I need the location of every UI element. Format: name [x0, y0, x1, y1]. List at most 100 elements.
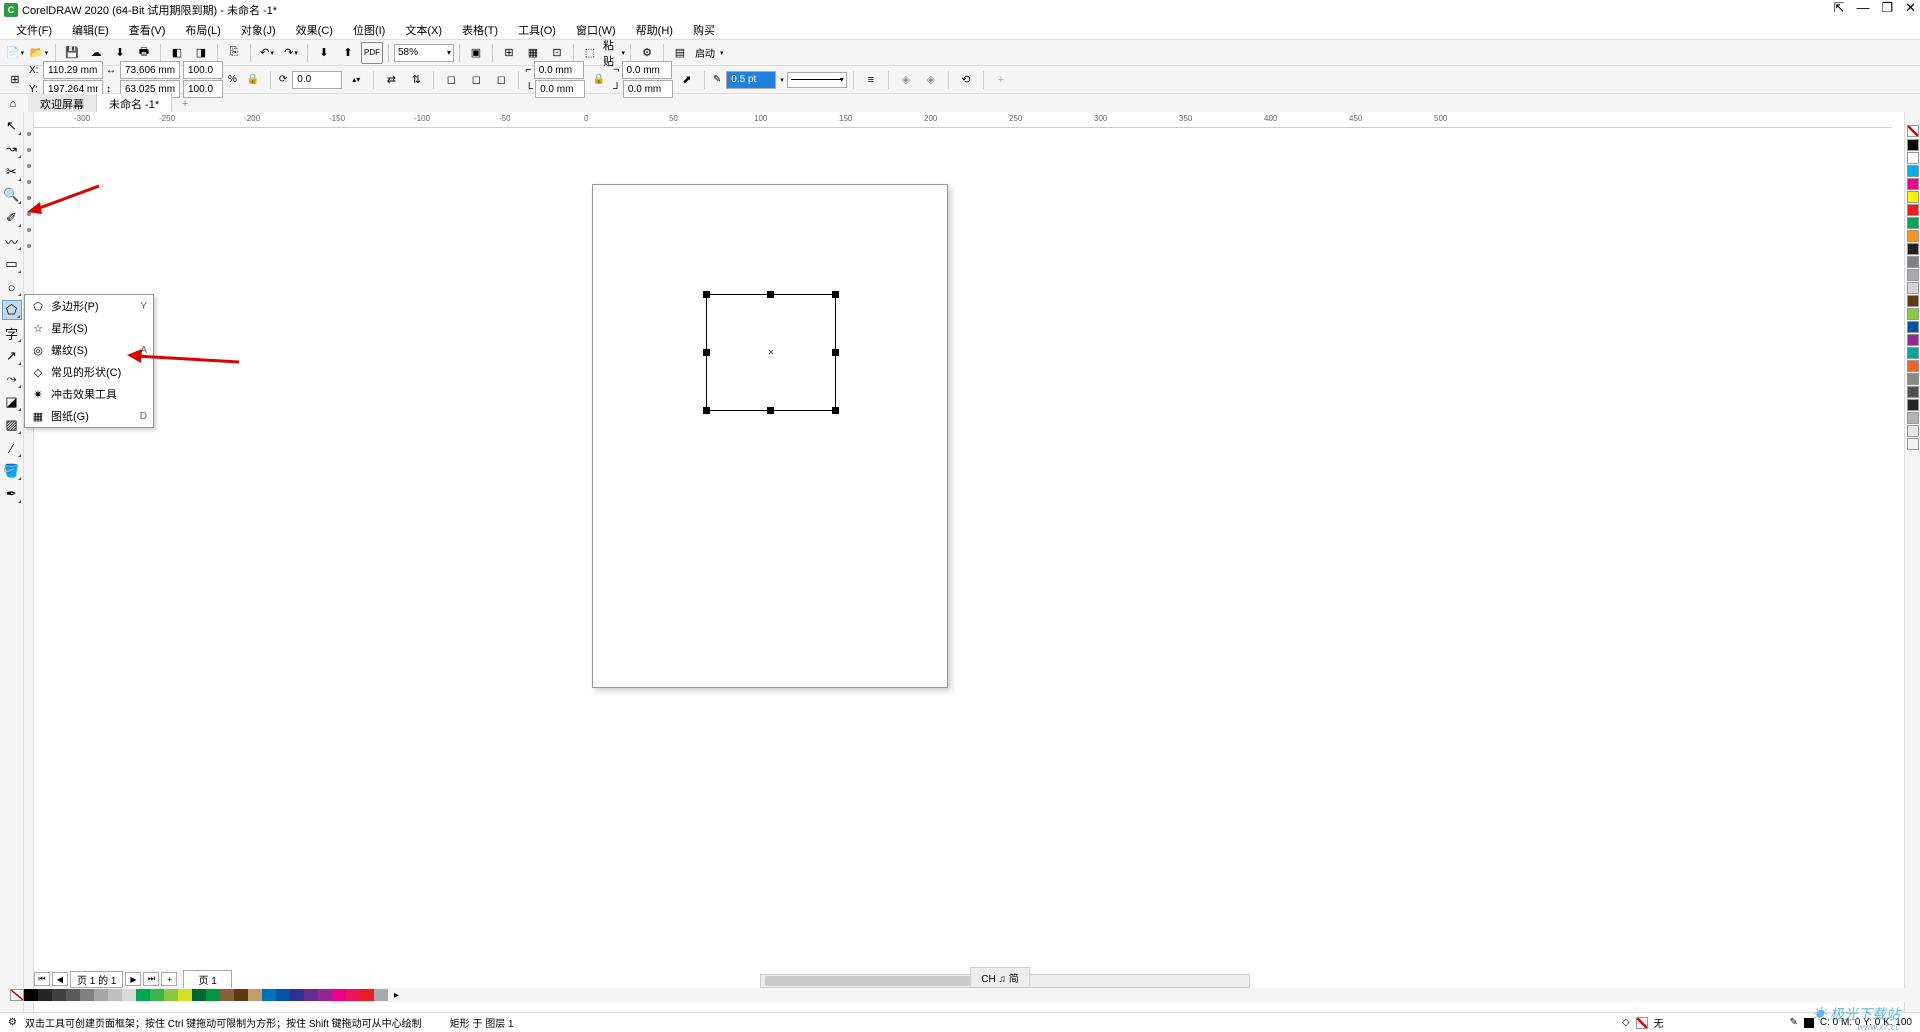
color-swatch[interactable]: [66, 989, 80, 1001]
fill-indicator-icon[interactable]: ◇: [1622, 1017, 1630, 1028]
maximize-icon[interactable]: ❐: [1881, 0, 1893, 16]
corner-lock-icon[interactable]: 🔒: [588, 69, 610, 91]
no-color-swatch[interactable]: [10, 989, 24, 1001]
color-swatch[interactable]: [122, 989, 136, 1001]
color-eyedropper-tool[interactable]: ⁄: [2, 438, 22, 458]
freehand-tool[interactable]: ✐: [2, 208, 22, 228]
resize-handle-ne[interactable]: [832, 291, 839, 298]
import-button[interactable]: ⬇: [313, 42, 335, 64]
outline-width-select[interactable]: [726, 71, 776, 89]
no-fill-swatch[interactable]: [1907, 125, 1919, 137]
outline-indicator-icon[interactable]: ✎: [1790, 1017, 1798, 1028]
drop-shadow-tool[interactable]: ◪: [2, 392, 22, 412]
corner-scallop-icon[interactable]: ◻: [465, 69, 487, 91]
artistic-media-tool[interactable]: 〰: [2, 231, 22, 251]
color-swatch[interactable]: [1907, 347, 1919, 359]
flyout-impact[interactable]: ✷ 冲击效果工具: [25, 383, 153, 405]
wrap-text-icon[interactable]: ≡: [860, 69, 882, 91]
color-swatch[interactable]: [346, 989, 360, 1001]
color-swatch[interactable]: [1907, 230, 1919, 242]
corner-br-input[interactable]: [623, 80, 673, 98]
rectangle-tool[interactable]: ▭: [2, 254, 22, 274]
color-swatch[interactable]: [192, 989, 206, 1001]
color-swatch[interactable]: [136, 989, 150, 1001]
ellipse-tool[interactable]: ○: [2, 277, 22, 297]
color-swatch[interactable]: [150, 989, 164, 1001]
resize-handle-s[interactable]: [767, 407, 774, 414]
palette-scroll-up-icon[interactable]: [1905, 112, 1920, 124]
menu-table[interactable]: 表格(T): [454, 20, 506, 40]
back-of-layer-icon[interactable]: ◈: [920, 69, 942, 91]
relative-corner-icon[interactable]: ⬈: [676, 69, 698, 91]
crop-tool[interactable]: ✂: [2, 162, 22, 182]
connector-tool[interactable]: ⤳: [2, 369, 22, 389]
undo-button[interactable]: ↶▾: [256, 42, 278, 64]
resize-handle-w[interactable]: [703, 349, 710, 356]
color-swatch[interactable]: [1907, 217, 1919, 229]
docker-handle-icon[interactable]: [27, 148, 31, 152]
fullscreen-icon[interactable]: ▣: [465, 42, 487, 64]
text-tool[interactable]: 字: [2, 323, 22, 343]
interactive-fill-tool[interactable]: 🪣: [2, 461, 22, 481]
color-swatch[interactable]: [94, 989, 108, 1001]
flyout-polygon[interactable]: ⬠ 多边形(P) Y: [25, 295, 153, 317]
rulers-icon[interactable]: ⊞: [498, 42, 520, 64]
fill-none-swatch[interactable]: [1636, 1017, 1648, 1029]
minimize-icon[interactable]: —: [1856, 0, 1869, 16]
add-button-icon[interactable]: +: [990, 69, 1012, 91]
launch-label[interactable]: 启动: [695, 45, 715, 60]
menu-layout[interactable]: 布局(L): [177, 20, 228, 40]
object-origin-icon[interactable]: ⊞: [4, 69, 26, 91]
zoom-tool[interactable]: 🔍: [2, 185, 22, 205]
rotation-spinner[interactable]: ▴▾: [345, 69, 367, 91]
resize-handle-e[interactable]: [832, 349, 839, 356]
new-tab-button[interactable]: +: [176, 95, 194, 113]
add-page-button[interactable]: +: [161, 972, 177, 986]
color-swatch[interactable]: [1907, 139, 1919, 151]
home-icon[interactable]: ⌂: [4, 95, 22, 113]
polygon-tool[interactable]: ⬠: [2, 300, 22, 320]
color-swatch[interactable]: [1907, 282, 1919, 294]
horizontal-ruler[interactable]: -300-250-200-150-100-5005010015020025030…: [34, 112, 1892, 128]
x-position-input[interactable]: [43, 61, 103, 79]
color-swatch[interactable]: [276, 989, 290, 1001]
color-swatch[interactable]: [1907, 204, 1919, 216]
color-swatch[interactable]: [1907, 399, 1919, 411]
color-swatch[interactable]: [1907, 360, 1919, 372]
color-swatch[interactable]: [1907, 425, 1919, 437]
color-swatch[interactable]: [1907, 295, 1919, 307]
first-page-button[interactable]: ⏮: [34, 972, 50, 986]
color-swatch[interactable]: [1907, 438, 1919, 450]
resize-handle-se[interactable]: [832, 407, 839, 414]
color-swatch[interactable]: [220, 989, 234, 1001]
color-swatch[interactable]: [1907, 191, 1919, 203]
color-swatch[interactable]: [1907, 243, 1919, 255]
menu-buy[interactable]: 购买: [685, 20, 723, 40]
pick-tool[interactable]: ↖: [2, 116, 22, 136]
menu-view[interactable]: 查看(V): [121, 20, 174, 40]
color-swatch[interactable]: [360, 989, 374, 1001]
color-swatch[interactable]: [206, 989, 220, 1001]
menu-help[interactable]: 帮助(H): [628, 20, 681, 40]
tab-welcome[interactable]: 欢迎屏幕: [28, 94, 97, 114]
pdf-export-icon[interactable]: PDF: [361, 42, 383, 64]
resize-handle-nw[interactable]: [703, 291, 710, 298]
color-swatch[interactable]: [248, 989, 262, 1001]
transparency-tool[interactable]: ▨: [2, 415, 22, 435]
color-swatch[interactable]: [1907, 165, 1919, 177]
resize-handle-sw[interactable]: [703, 407, 710, 414]
color-swatch[interactable]: [234, 989, 248, 1001]
redo-button[interactable]: ↷▾: [280, 42, 302, 64]
menu-file[interactable]: 文件(F): [8, 20, 60, 40]
page-tab[interactable]: 页 1: [183, 970, 231, 989]
canvas[interactable]: -300-250-200-150-100-5005010015020025030…: [34, 112, 1904, 1032]
color-swatch[interactable]: [1907, 412, 1919, 424]
resize-handle-n[interactable]: [767, 291, 774, 298]
lock-ratio-icon[interactable]: 🔒: [242, 69, 264, 91]
corner-chamfer-icon[interactable]: ◻: [490, 69, 512, 91]
corner-round-icon[interactable]: ◻: [440, 69, 462, 91]
mirror-h-icon[interactable]: ⇄: [380, 69, 402, 91]
color-swatch[interactable]: [1907, 269, 1919, 281]
color-swatch[interactable]: [24, 989, 38, 1001]
docker-handle-icon[interactable]: [27, 228, 31, 232]
